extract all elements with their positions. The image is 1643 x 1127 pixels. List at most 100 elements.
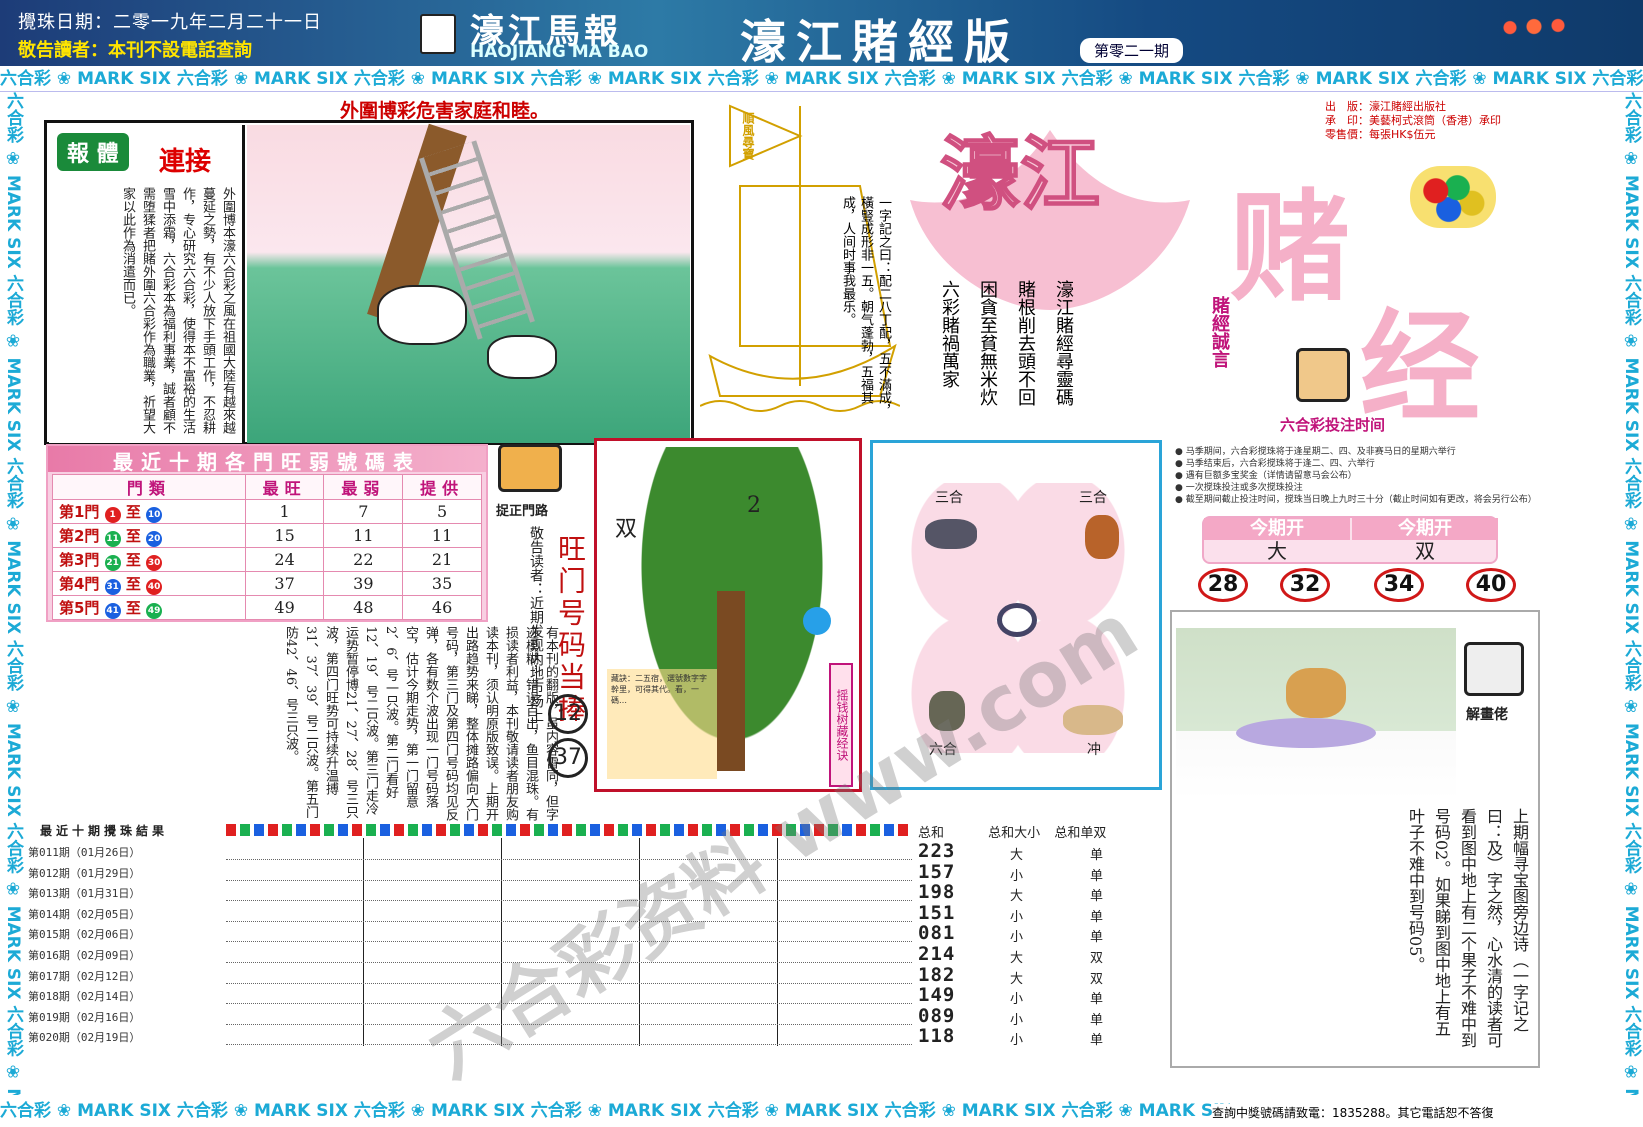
riddle-panel: 解畫佬 上期幅寻宝图旁边诗（一字记之曰：及）字之然，心水清的读者可看到图中地上有…: [1170, 610, 1540, 1068]
door-cell: 第4門 31 至 40: [52, 571, 246, 596]
publication-info: 出 版：濠江賭經出版社 承 印：美藝柯式滾筒（香港）承印 零售價：每張HK$伍元: [1325, 100, 1501, 142]
pick-number: 32: [1280, 568, 1330, 602]
current-head: 今期开: [1204, 518, 1350, 540]
pick-number: 34: [1374, 568, 1424, 602]
marquee-bottom: 六合彩 ❀ MARK SIX 六合彩 ❀ MARK SIX 六合彩 ❀ MARK…: [0, 1101, 1230, 1121]
riddle-illustration: [1176, 628, 1456, 800]
verse-line: 六彩賭禍萬家: [939, 280, 960, 388]
cold-cell: 48: [323, 595, 404, 620]
result-sum: 182: [918, 963, 956, 986]
result-odd-even: 单: [1090, 868, 1104, 884]
hot-cell: 1: [244, 499, 325, 524]
result-odd-even: 单: [1090, 992, 1104, 1008]
ad-body-text: 外圍博本濠六合彩之風在祖國大陸有越來越蔓延之勢，有不少人放下手頭工作，不忍耕作，…: [120, 187, 235, 434]
result-row-line: [226, 1023, 912, 1025]
result-big-small: 大: [1010, 951, 1024, 966]
col-header: 最弱: [323, 474, 404, 500]
table-row: 第3門 21 至 30 24 22 21: [52, 547, 482, 572]
result-sum: 223: [918, 840, 956, 862]
between-label: 至: [125, 550, 141, 569]
note-line: ● 马季结束后，六合彩搅珠将于逢二、四、六举行: [1175, 459, 1375, 469]
ball-from: 1: [104, 506, 121, 523]
tree-note: 藏訣：二五宿，選號數字字幹里，可得其代。看，一碼…: [607, 669, 717, 779]
table-header-row: 門類 最旺 最弱 提供: [52, 474, 482, 500]
result-big-small: 大: [1010, 971, 1024, 987]
verse-line: 困貪至貧無米炊: [977, 280, 998, 406]
blue-fruit-icon: [803, 607, 831, 635]
door-cell: 第3門 21 至 30: [52, 547, 246, 572]
result-row-line: [226, 962, 912, 963]
ball-to: 10: [146, 506, 163, 523]
result-big-small: 大: [1010, 889, 1024, 905]
result-big-small: 大: [1010, 848, 1024, 863]
ad-panel: 報 體 連接 外圍博本濠六合彩之風在祖國大陸有越來越蔓延之勢，有不少人放下手頭工…: [44, 120, 694, 445]
money-tree-box: 双 2 藏訣：二五宿，選號數字字幹里，可得其代。看，一碼… 摇钱树藏经诀: [594, 438, 862, 792]
ball-from: 41: [104, 602, 121, 619]
result-row-label: 第018期（02月14日）: [28, 990, 141, 1004]
between-label: 至: [125, 598, 141, 617]
sum-header: 总和: [918, 826, 945, 841]
ball-to: 30: [146, 554, 163, 571]
result-row-label: 第014期（02月05日）: [28, 907, 141, 921]
result-odd-even: 单: [1090, 848, 1104, 863]
between-label: 至: [125, 526, 141, 545]
note-line: ● 一次搅珠投注或多次搅珠投注: [1175, 483, 1303, 493]
result-row-label: 第013期（01月31日）: [28, 887, 141, 901]
result-row-line: [226, 859, 912, 860]
result-sum: 198: [918, 881, 956, 904]
table-row: 第2門 11 至 20 15 11 11: [52, 523, 482, 548]
zodiac-label: 冲: [1087, 742, 1101, 758]
boat-flag-text: 順風尋寶: [741, 112, 755, 160]
pick-number: 40: [1466, 568, 1516, 602]
ball-header-strip: [226, 824, 912, 836]
result-big-small: 小: [1010, 930, 1024, 946]
result-sum: 149: [918, 984, 956, 1007]
result-sum: 214: [918, 943, 956, 965]
marquee-right: 六合彩 ❀ MARK SIX 六合彩 ❀ MARK SIX 六合彩 ❀ MARK…: [1621, 92, 1641, 1095]
pick-cell: 11: [402, 523, 482, 548]
ball-from: 31: [104, 578, 121, 595]
current-value-size: 大: [1267, 539, 1287, 563]
pub-line: 承 印：美藝柯式滾筒（香港）承印: [1325, 114, 1501, 127]
zodiac-box: 三合 三合 六合 冲: [870, 440, 1162, 790]
table-row: 第4門 31 至 40 37 39 35: [52, 571, 482, 596]
ox-icon: [925, 519, 977, 549]
table-row: 第5門 41 至 49 49 48 46: [52, 595, 482, 620]
tips-label: 捉正門路: [496, 504, 549, 519]
issue-number: 第零二一期: [1080, 38, 1184, 63]
col-header: 提供: [402, 474, 482, 500]
table-row: 第1門 1 至 10 1 7 5: [52, 499, 482, 524]
ad-illustration: [247, 123, 690, 443]
pick-cell: 35: [402, 571, 482, 596]
monkey-icon: [929, 691, 965, 731]
oe-header: 总和单双: [1054, 826, 1107, 841]
note-line: ● 截至期间截止投注时间，搅珠当日晚上九时三十分（截止时间如有更改，将会另行公布…: [1175, 495, 1537, 505]
result-odd-even: 双: [1090, 971, 1104, 987]
betting-time-notes: ● 马季期间，六合彩搅珠将于逢星期二、四、及非赛马日的星期六举行 ● 马季结束后…: [1175, 446, 1537, 506]
ad-title: 外圍博彩危害家庭和睦。: [340, 100, 550, 122]
riddle-text: 上期幅寻宝图旁边诗（一字记之曰：及）字之然，心水清的读者可看到图中地上有二个果子…: [1406, 808, 1529, 1048]
ball-to: 40: [146, 578, 163, 595]
result-sum: 151: [918, 901, 956, 924]
results-title: 最近十期攪珠結果: [40, 824, 169, 838]
logo-motto: 賭經誠言: [1209, 296, 1230, 368]
result-odd-even: 单: [1090, 909, 1104, 925]
pick-cell: 21: [402, 547, 482, 572]
result-big-small: 小: [1010, 1012, 1024, 1028]
boat-poem-text: 一字記之曰：配二八丁配，五不滿成，橫豎成形非一五。朝气蓬勃，五福其成，人间时事我…: [840, 196, 891, 417]
rooster-icon: [1085, 515, 1119, 559]
cold-cell: 7: [323, 499, 404, 524]
result-big-small: 小: [1010, 868, 1024, 884]
calf-icon: [487, 335, 557, 379]
cold-cell: 39: [323, 571, 404, 596]
result-odd-even: 单: [1090, 1033, 1104, 1049]
logo-verse: 濠江賭經尋靈碼 賭根削去頭不回 困貪至貧無米炊 六彩賭禍萬家: [930, 280, 1082, 420]
hot-cold-table: 最近十期各門旺弱號碼表 門類 最旺 最弱 提供 第1門 1 至 10 1 7 5…: [46, 444, 488, 622]
tree-trunk-icon: [717, 591, 745, 771]
current-issue-box: 今期开 大 今期开 双: [1202, 516, 1498, 564]
result-row-label: 第019期（02月16日）: [28, 1010, 141, 1024]
door-name: 第4門: [59, 574, 100, 593]
result-row-line: [226, 879, 912, 881]
table-icon: [1236, 718, 1376, 748]
book-icon: [420, 14, 456, 54]
